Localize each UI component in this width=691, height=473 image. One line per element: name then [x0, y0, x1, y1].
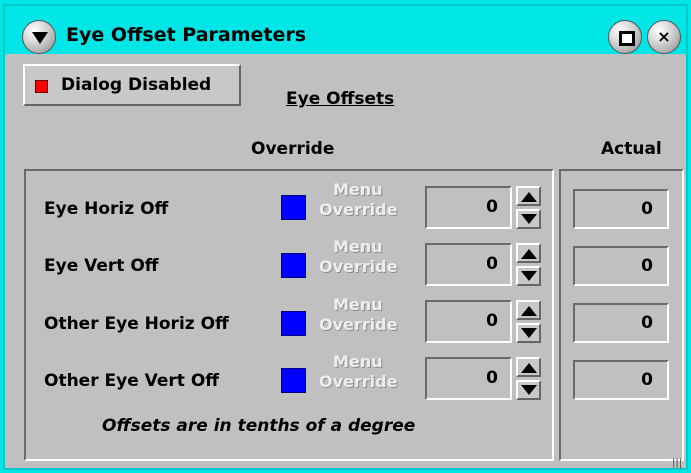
spin-up-icon[interactable] [516, 186, 541, 206]
units-footnote: Offsets are in tenths of a degree [102, 416, 416, 436]
offset-value-field[interactable]: 0 [425, 186, 512, 229]
actual-value-field: 0 [573, 303, 669, 343]
override-column-header: Override [251, 139, 335, 159]
menu-override-line2: Override [319, 200, 398, 219]
offset-spinner [516, 243, 541, 286]
menu-override-label: Menu Override [319, 180, 414, 220]
window-title: Eye Offset Parameters [66, 24, 307, 46]
actual-value-field: 0 [573, 189, 669, 229]
disabled-indicator [35, 80, 48, 93]
override-toggle[interactable] [281, 311, 306, 336]
spin-down-icon[interactable] [516, 266, 541, 286]
resize-grip-icon[interactable]: ||| [672, 458, 682, 469]
actual-value-field: 0 [573, 360, 669, 400]
menu-override-line2: Override [319, 257, 398, 276]
menu-override-label: Menu Override [319, 352, 414, 392]
menu-override-label: Menu Override [319, 237, 414, 277]
override-toggle[interactable] [281, 253, 306, 278]
actual-value-field: 0 [573, 246, 669, 286]
offset-spinner [516, 300, 541, 343]
offset-value-field[interactable]: 0 [425, 357, 512, 400]
spin-down-icon[interactable] [516, 209, 541, 229]
menu-override-line2: Override [319, 372, 398, 391]
offset-value-field[interactable]: 0 [425, 300, 512, 343]
close-icon[interactable]: × [647, 20, 681, 54]
section-title: Eye Offsets [286, 89, 395, 109]
menu-override-line1: Menu [333, 237, 383, 256]
dialog-disabled-button[interactable]: Dialog Disabled [23, 64, 241, 106]
dialog-disabled-label: Dialog Disabled [61, 75, 212, 95]
spin-down-icon[interactable] [516, 323, 541, 343]
menu-override-line2: Override [319, 315, 398, 334]
maximize-icon[interactable] [608, 20, 642, 54]
row-label: Eye Vert Off [44, 256, 159, 276]
row-label: Eye Horiz Off [44, 199, 169, 219]
window-menu-icon[interactable] [22, 20, 56, 54]
row-label: Other Eye Horiz Off [44, 314, 229, 334]
spin-up-icon[interactable] [516, 300, 541, 320]
row-label: Other Eye Vert Off [44, 371, 220, 391]
menu-override-line1: Menu [333, 295, 383, 314]
offset-spinner [516, 186, 541, 229]
override-toggle[interactable] [281, 195, 306, 220]
override-toggle[interactable] [281, 368, 306, 393]
spin-up-icon[interactable] [516, 243, 541, 263]
menu-override-label: Menu Override [319, 295, 414, 335]
menu-override-line1: Menu [333, 180, 383, 199]
offset-value-field[interactable]: 0 [425, 243, 512, 286]
spin-up-icon[interactable] [516, 357, 541, 377]
actual-column-header: Actual [601, 139, 662, 159]
offset-spinner [516, 357, 541, 400]
spin-down-icon[interactable] [516, 380, 541, 400]
menu-override-line1: Menu [333, 352, 383, 371]
